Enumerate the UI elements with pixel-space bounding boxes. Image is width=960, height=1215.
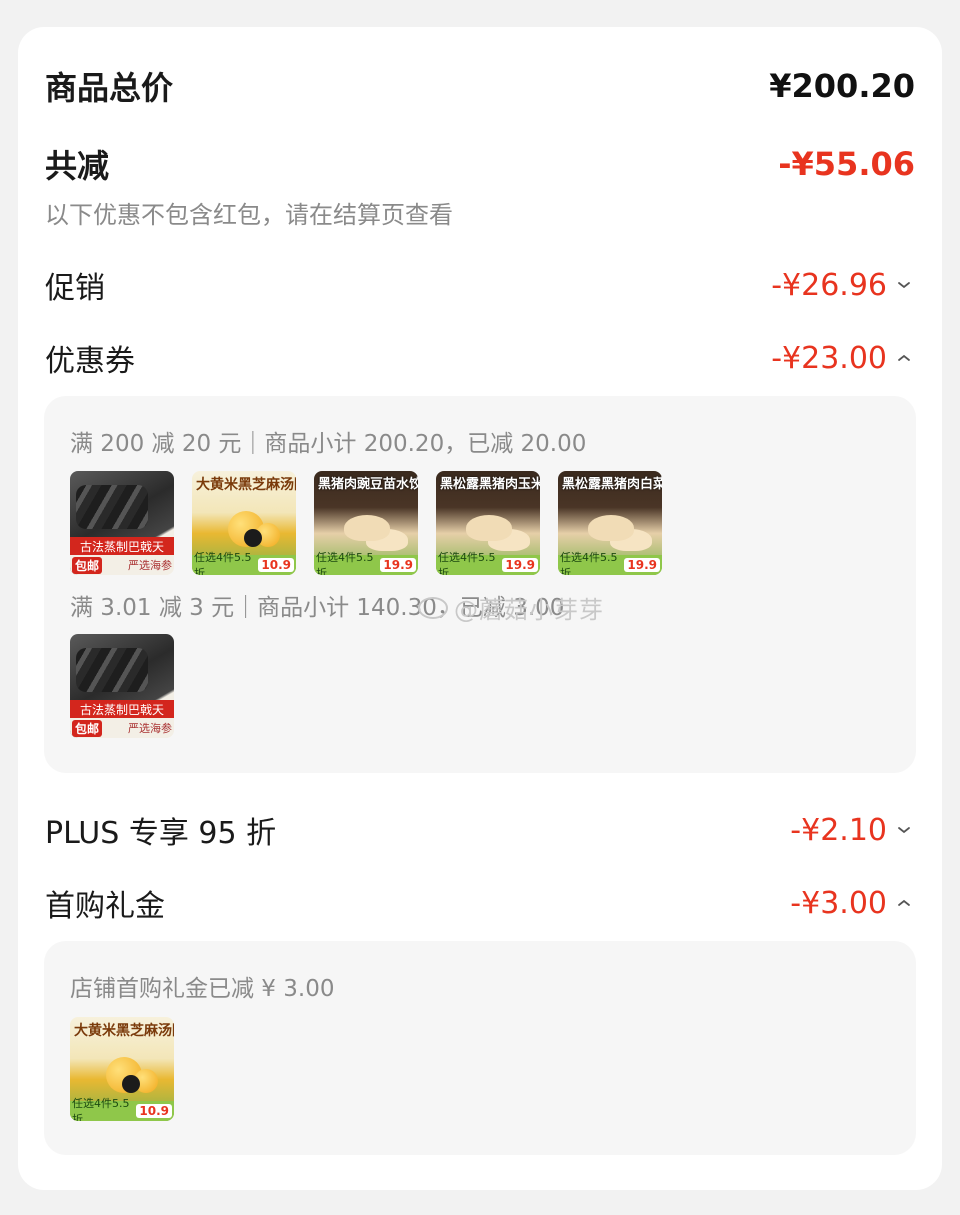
discount-note: 以下优惠不包含红包，请在结算页查看 [45, 201, 453, 229]
product-title: 大黄米黑芝麻汤圆 [196, 477, 296, 493]
product-price: 10.9 [136, 1104, 172, 1118]
total-row: 商品总价 ¥200.20 [45, 63, 915, 109]
sesame-filling-graphic [122, 1075, 140, 1093]
discount-amount: -¥55.06 [778, 145, 915, 183]
plus-row[interactable]: PLUS 专享 95 折 -¥2.10 [45, 808, 915, 852]
coupon-detail-panel: 满 200 减 20 元｜商品小计 200.20，已减 20.00 古法蒸制巴戟… [44, 396, 916, 773]
dumpling-image[interactable]: 黑松露黑猪肉白菜水饺 任选4件5.5折 19.9 [558, 471, 662, 575]
product-price: 10.9 [258, 558, 294, 572]
product-price: 19.9 [380, 558, 416, 572]
first-purchase-row[interactable]: 首购礼金 -¥3.00 [45, 881, 915, 925]
watermark: @蘑菇小芽芽 [418, 590, 604, 625]
first-purchase-text: 店铺首购礼金已减 ¥ 3.00 [70, 976, 335, 1002]
promotion-amount-group: -¥26.96 [771, 268, 915, 303]
first-purchase-panel: 店铺首购礼金已减 ¥ 3.00 大黄米黑芝麻汤圆 任选4件5.5折 10.9 [44, 941, 916, 1155]
coupon-group-1-text: 满 200 减 20 元｜商品小计 200.20，已减 20.00 [70, 431, 587, 457]
dumpling-image[interactable]: 黑松露黑猪肉玉米水饺 任选4件5.5折 19.9 [436, 471, 540, 575]
promo-bar: 任选4件5.5折 19.9 [558, 551, 662, 575]
chevron-up-icon[interactable] [893, 898, 915, 908]
first-purchase-amount: -¥3.00 [790, 885, 887, 921]
product-badge-row: 包邮 严选海参 [70, 555, 174, 575]
sea-cucumber-image[interactable]: 古法蒸制巴戟天 包邮 严选海参 [70, 634, 174, 738]
product-title: 古法蒸制巴戟天 [70, 700, 174, 720]
sesame-filling-graphic [244, 529, 262, 547]
promotion-amount: -¥26.96 [771, 267, 887, 303]
product-title: 黑松露黑猪肉玉米水饺 [440, 477, 540, 492]
plus-label: PLUS 专享 95 折 [45, 816, 277, 851]
promo-bar: 任选4件5.5折 19.9 [436, 551, 540, 575]
promotion-label: 促销 [45, 271, 105, 306]
plus-amount: -¥2.10 [790, 812, 887, 848]
promo-text: 任选4件5.5折 [438, 551, 496, 575]
coupon-label: 优惠券 [45, 344, 135, 379]
chevron-down-icon[interactable] [893, 825, 915, 835]
discount-label: 共减 [45, 147, 110, 185]
chevron-up-icon[interactable] [893, 353, 915, 363]
promo-bar: 任选4件5.5折 10.9 [192, 551, 296, 575]
product-title: 大黄米黑芝麻汤圆 [74, 1023, 174, 1039]
product-subtitle: 严选海参 [128, 559, 172, 572]
promotion-row[interactable]: 促销 -¥26.96 [45, 263, 915, 307]
dumpling-graphic [344, 515, 390, 541]
discount-row: 共减 -¥55.06 [45, 141, 915, 187]
free-shipping-badge: 包邮 [72, 719, 103, 737]
sea-cucumber-image[interactable]: 古法蒸制巴戟天 包邮 严选海参 [70, 471, 174, 575]
product-price: 19.9 [502, 558, 538, 572]
total-amount: ¥200.20 [769, 67, 915, 105]
promo-bar: 任选4件5.5折 19.9 [314, 551, 418, 575]
free-shipping-badge: 包邮 [72, 556, 103, 574]
dumpling-image[interactable]: 黑猪肉豌豆苗水饺 任选4件5.5折 19.9 [314, 471, 418, 575]
total-label: 商品总价 [45, 69, 174, 107]
promo-text: 任选4件5.5折 [560, 551, 618, 575]
promo-bar: 任选4件5.5折 10.9 [70, 1097, 174, 1121]
dumpling-graphic [588, 515, 634, 541]
coupon-row[interactable]: 优惠券 -¥23.00 [45, 336, 915, 380]
promo-text: 任选4件5.5折 [72, 1097, 130, 1121]
watermark-text: @蘑菇小芽芽 [454, 596, 604, 624]
tangyuan-image[interactable]: 大黄米黑芝麻汤圆 任选4件5.5折 10.9 [192, 471, 296, 575]
promo-text: 任选4件5.5折 [194, 551, 252, 575]
sea-cucumber-graphic [76, 485, 148, 529]
chevron-down-icon[interactable] [893, 280, 915, 290]
product-title: 黑猪肉豌豆苗水饺 [318, 477, 418, 492]
product-title: 古法蒸制巴戟天 [70, 537, 174, 557]
plus-amount-group: -¥2.10 [790, 813, 915, 848]
first-purchase-label: 首购礼金 [45, 889, 165, 924]
product-subtitle: 严选海参 [128, 722, 172, 735]
promo-text: 任选4件5.5折 [316, 551, 374, 575]
product-title: 黑松露黑猪肉白菜水饺 [562, 477, 662, 492]
product-price: 19.9 [624, 558, 660, 572]
coupon-amount: -¥23.00 [771, 340, 887, 376]
product-badge-row: 包邮 严选海参 [70, 718, 174, 738]
tangyuan-image[interactable]: 大黄米黑芝麻汤圆 任选4件5.5折 10.9 [70, 1017, 174, 1121]
first-purchase-amount-group: -¥3.00 [790, 886, 915, 921]
coupon-amount-group: -¥23.00 [771, 341, 915, 376]
dumpling-graphic [466, 515, 512, 541]
weibo-icon [418, 596, 448, 619]
sea-cucumber-graphic [76, 648, 148, 692]
